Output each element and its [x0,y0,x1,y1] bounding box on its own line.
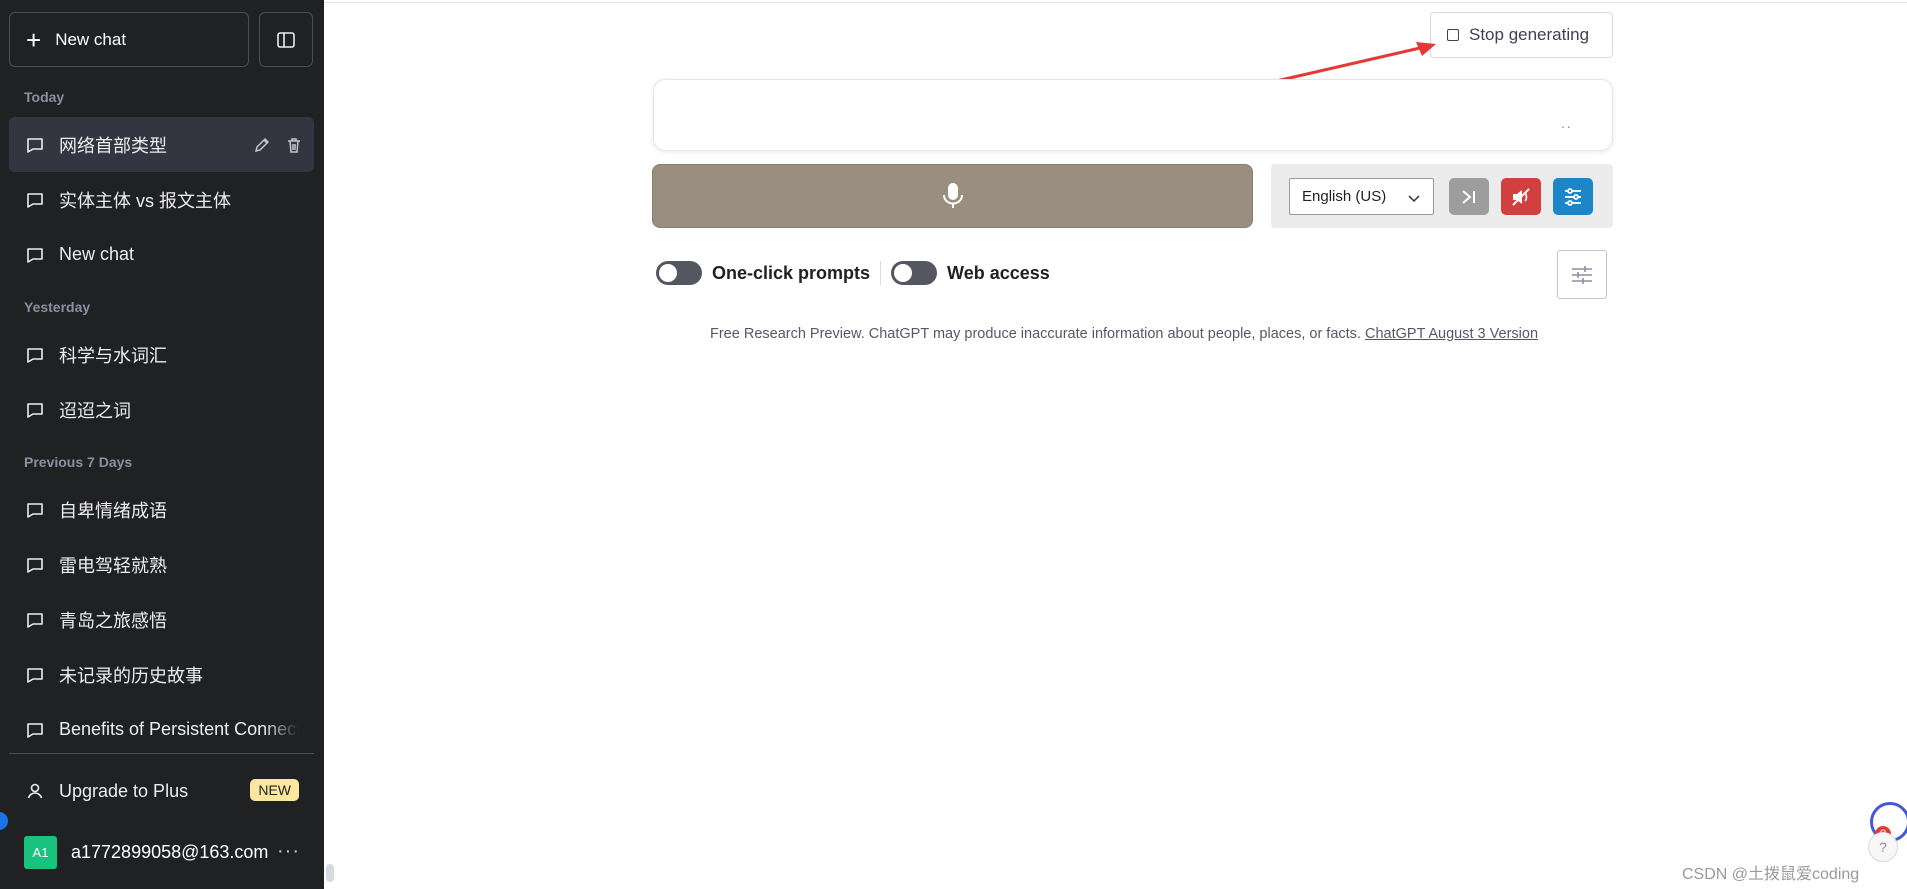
prompt-input[interactable] [654,80,1612,150]
chat-item[interactable]: Benefits of Persistent Connecti [9,702,314,757]
language-select-value: English (US) [1302,188,1387,205]
mute-button[interactable] [1501,178,1541,215]
upgrade-to-plus-button[interactable]: Upgrade to Plus NEW [9,765,314,817]
chat-bubble-icon [27,557,43,573]
chat-item-label: 实体主体 vs 报文主体 [59,190,232,211]
chat-item-label: 未记录的历史故事 [59,665,203,686]
chat-item[interactable]: New chat [9,227,314,282]
chat-item[interactable]: 实体主体 vs 报文主体 [9,172,314,227]
prompt-box[interactable]: ·· [653,79,1613,151]
avatar: A1 [24,835,57,869]
chat-bubble-icon [27,247,43,263]
group-label-today: Today [24,89,65,105]
chat-item-label: 自卑情绪成语 [59,500,167,521]
stop-icon [1447,29,1459,41]
group-label-yesterday: Yesterday [24,299,91,315]
skip-button[interactable] [1449,178,1489,215]
disclaimer-text: Free Research Preview. ChatGPT may produ… [710,326,1365,342]
sidebar-top: + New chat [9,12,313,67]
chat-item-label: 网络首部类型 [59,135,167,156]
version-link[interactable]: ChatGPT August 3 Version [1365,326,1538,342]
account-menu[interactable]: A1 a1772899058@163.com ··· [9,826,314,878]
chat-bubble-icon [27,402,43,418]
chevron-down-icon [1408,195,1420,203]
chat-item[interactable]: 雷电驾轻就熟 [9,537,314,592]
voice-controls-panel: English (US) [1271,164,1613,228]
chat-item[interactable]: 网络首部类型 [9,117,314,172]
help-icon[interactable]: ? [1868,832,1898,862]
prompt-settings-button[interactable] [1557,250,1607,299]
chat-item-label: 青岛之旅感悟 [59,610,167,631]
tune-icon [1572,265,1592,284]
user-icon [27,783,43,799]
toggle-sidebar-button[interactable] [259,12,313,67]
chat-item-actions [252,135,304,155]
scrollbar-handle[interactable] [326,864,334,882]
voice-input-button[interactable] [652,164,1253,228]
voice-settings-button[interactable] [1553,178,1593,215]
plus-icon: + [26,24,42,55]
chat-item[interactable]: 迢迢之词 [9,382,314,437]
chat-bubble-icon [27,137,43,153]
chat-item-label: Benefits of Persistent Connecti [59,719,299,739]
chat-bubble-icon [27,722,43,738]
new-badge: NEW [250,779,299,801]
top-divider [324,2,1907,3]
language-select[interactable]: English (US) [1289,178,1434,215]
edit-icon[interactable] [252,135,272,155]
more-icon[interactable]: ··· [277,840,300,863]
chat-bubble-icon [27,612,43,628]
chat-item-label: New chat [59,244,135,264]
toggle-knob [659,264,677,282]
chat-item[interactable]: 自卑情绪成语 [9,482,314,537]
toggle-knob [894,264,913,282]
new-chat-label: New chat [55,29,127,49]
group-label-previous-7-days: Previous 7 Days [24,454,133,470]
watermark: CSDN @土拨鼠爱coding [1682,866,1860,883]
new-chat-button[interactable]: + New chat [9,12,249,67]
stop-generating-label: Stop generating [1469,25,1590,44]
chat-bubble-icon [27,192,43,208]
account-email: a1772899058@163.com [71,841,269,862]
typing-dots-icon: ·· [1560,118,1572,134]
disclaimer: Free Research Preview. ChatGPT may produ… [710,326,1538,342]
stop-generating-button[interactable]: Stop generating [1430,12,1613,58]
toggle-separator [880,261,882,285]
toggle-row: One-click prompts Web access [656,261,1050,285]
web-access-toggle[interactable] [891,261,938,285]
one-click-prompts-toggle[interactable] [656,261,702,285]
microphone-icon [942,183,963,208]
skip-icon [1462,189,1475,204]
sidebar-panel-icon [277,31,295,48]
chat-item-label: 科学与水词汇 [59,345,167,366]
sliders-icon [1565,187,1581,206]
mute-icon [1512,187,1530,206]
chat-bubble-icon [27,667,43,683]
chat-item[interactable]: 未记录的历史故事 [9,647,314,702]
sidebar-divider [9,753,314,754]
trash-icon[interactable] [284,135,304,155]
chat-item-label: 迢迢之词 [59,400,131,421]
sidebar: + New chat Today 网络首部类型 实体主体 vs 报文主体 New… [0,0,324,889]
chat-item-label: 雷电驾轻就熟 [59,555,167,576]
upgrade-label: Upgrade to Plus [59,780,189,801]
one-click-prompts-label: One-click prompts [712,262,871,283]
chat-bubble-icon [27,502,43,518]
chat-item[interactable]: 青岛之旅感悟 [9,592,314,647]
blue-indicator-dot [0,812,8,830]
chat-bubble-icon [27,347,43,363]
chat-item[interactable]: 科学与水词汇 [9,327,314,382]
web-access-label: Web access [947,262,1050,283]
